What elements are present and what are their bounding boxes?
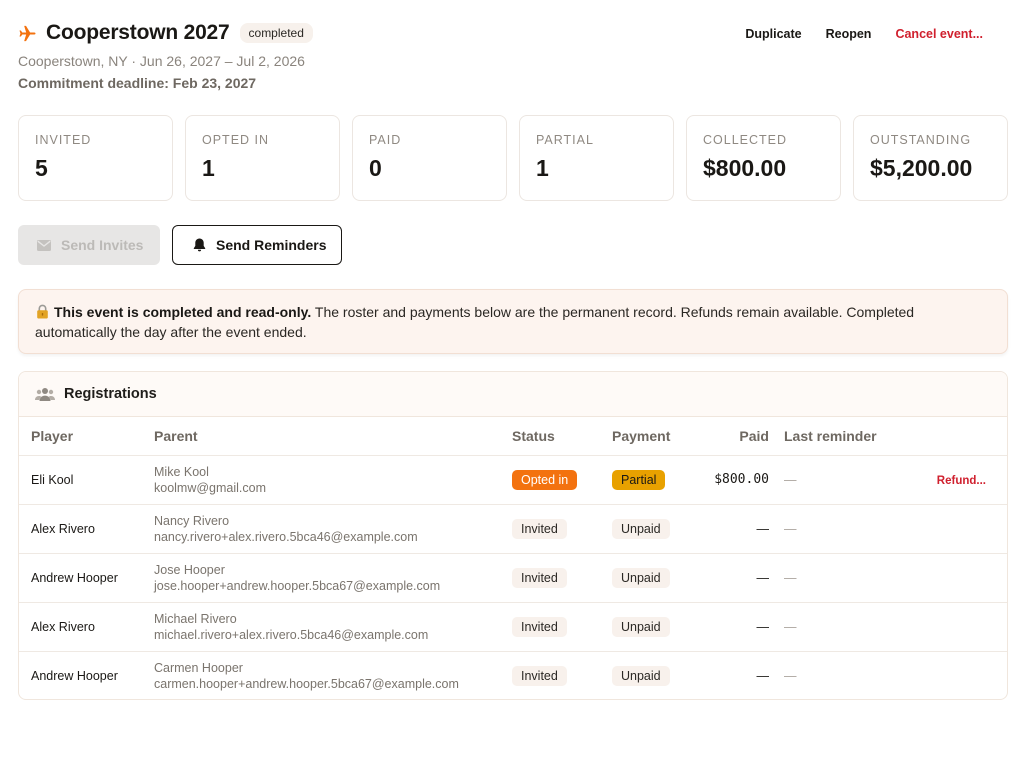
stat-card-outstanding: OUTSTANDING $5,200.00 [853,115,1008,201]
stat-card-invited: INVITED 5 [18,115,173,201]
stat-label: PARTIAL [536,133,594,147]
status-badge: Invited [512,665,567,686]
table-row: Alex Rivero Michael Rivero michael.river… [19,602,1007,652]
paid-amount: — [756,521,770,536]
envelope-icon [36,237,52,253]
bell-icon [191,237,207,253]
event-title: Cooperstown 2027 [46,21,230,44]
column-header-parent[interactable]: Parent [154,417,512,456]
parent-name: Jose Hooper [154,562,225,577]
player-name: Alex Rivero [31,619,95,634]
status-badge: Opted in [512,469,578,490]
stat-value: $800.00 [703,155,787,181]
payment-badge: Unpaid [612,665,670,686]
refund-button[interactable]: Refund... [937,475,986,487]
stat-label: OUTSTANDING [870,133,972,147]
stat-card-paid: PAID 0 [352,115,507,201]
parent-email: michael.rivero+alex.rivero.5bca46@exampl… [154,627,429,642]
stats-row: INVITED 5 OPTED IN 1 PAID 0 PARTIAL 1 CO… [18,115,1008,201]
send-reminders-label: Send Reminders [216,237,327,253]
stat-value: 0 [369,155,382,181]
registrations-title: Registrations [64,386,157,402]
last-reminder: — [784,472,797,487]
stat-value: $5,200.00 [870,155,973,181]
status-badge: Invited [512,567,567,588]
player-name: Alex Rivero [31,521,95,536]
parent-email: carmen.hooper+andrew.hooper.5bca67@examp… [154,676,459,691]
column-header-payment[interactable]: Payment [612,417,698,456]
paid-amount: $800.00 [714,472,769,487]
last-reminder: — [784,570,797,585]
column-header-player[interactable]: Player [19,417,154,456]
registrations-panel: Registrations Player Parent Status Payme… [18,371,1008,700]
parent-email: jose.hooper+andrew.hooper.5bca67@example… [154,578,441,593]
stat-label: COLLECTED [703,133,788,147]
payment-badge: Unpaid [612,567,670,588]
paid-amount: — [756,570,770,585]
status-badge: Invited [512,616,567,637]
stat-value: 1 [536,155,549,181]
last-reminder: — [784,619,797,634]
player-name: Eli Kool [31,472,74,487]
airplane-icon [18,23,38,43]
stat-card-collected: COLLECTED $800.00 [686,115,841,201]
parent-email: nancy.rivero+alex.rivero.5bca46@example.… [154,529,418,544]
table-header-row: Player Parent Status Payment Paid Last r… [19,417,1007,456]
stat-card-opted-in: OPTED IN 1 [185,115,340,201]
payment-badge: Unpaid [612,518,670,539]
column-header-last-reminder[interactable]: Last reminder [769,417,909,456]
stat-card-partial: PARTIAL 1 [519,115,674,201]
people-icon [35,386,55,402]
column-header-status[interactable]: Status [512,417,612,456]
column-header-actions [909,417,1007,456]
column-header-paid[interactable]: Paid [698,417,769,456]
table-row: Alex Rivero Nancy Rivero nancy.rivero+al… [19,504,1007,554]
table-row: Eli Kool Mike Kool koolmw@gmail.com Opte… [19,455,1007,505]
last-reminder: — [784,668,797,683]
read-only-notice: This event is completed and read-only. T… [18,289,1008,354]
registrations-table: Player Parent Status Payment Paid Last r… [19,417,1007,699]
parent-email: koolmw@gmail.com [154,480,267,495]
notice-heading: This event is completed and read-only. [54,304,312,320]
player-name: Andrew Hooper [31,570,118,585]
status-badge: completed [239,23,313,43]
send-reminders-button[interactable]: Send Reminders [172,225,342,265]
paid-amount: — [756,619,770,634]
parent-name: Mike Kool [154,464,209,479]
paid-amount: — [756,668,770,683]
stat-label: OPTED IN [202,133,270,147]
send-invites-button[interactable]: Send Invites [18,225,160,265]
last-reminder: — [784,521,797,536]
table-row: Andrew Hooper Carmen Hooper carmen.hoope… [19,651,1007,699]
stat-label: PAID [369,133,402,147]
parent-name: Carmen Hooper [154,660,243,675]
status-badge: Invited [512,518,567,539]
payment-badge: Partial [612,469,666,490]
stat-value: 1 [202,155,215,181]
stat-value: 5 [35,155,48,181]
send-invites-label: Send Invites [61,237,144,253]
parent-name: Nancy Rivero [154,513,230,528]
stat-label: INVITED [35,133,92,147]
lock-icon [35,304,50,319]
parent-name: Michael Rivero [154,611,237,626]
payment-badge: Unpaid [612,616,670,637]
registrations-header: Registrations [19,372,1007,417]
event-location-dates: Cooperstown, NY · Jun 26, 2027 – Jul 2, … [18,53,305,69]
cancel-event-button[interactable]: Cancel event... [883,27,995,41]
bulk-actions: Send Invites Send Reminders [18,225,342,265]
event-header: Cooperstown 2027 completed Cooperstown, … [18,20,1008,92]
commitment-deadline: Commitment deadline: Feb 23, 2027 [18,75,257,91]
duplicate-button[interactable]: Duplicate [733,27,813,41]
table-row: Andrew Hooper Jose Hooper jose.hooper+an… [19,553,1007,603]
player-name: Andrew Hooper [31,668,118,683]
header-actions: Duplicate Reopen Cancel event... [733,27,995,41]
reopen-button[interactable]: Reopen [814,27,884,41]
